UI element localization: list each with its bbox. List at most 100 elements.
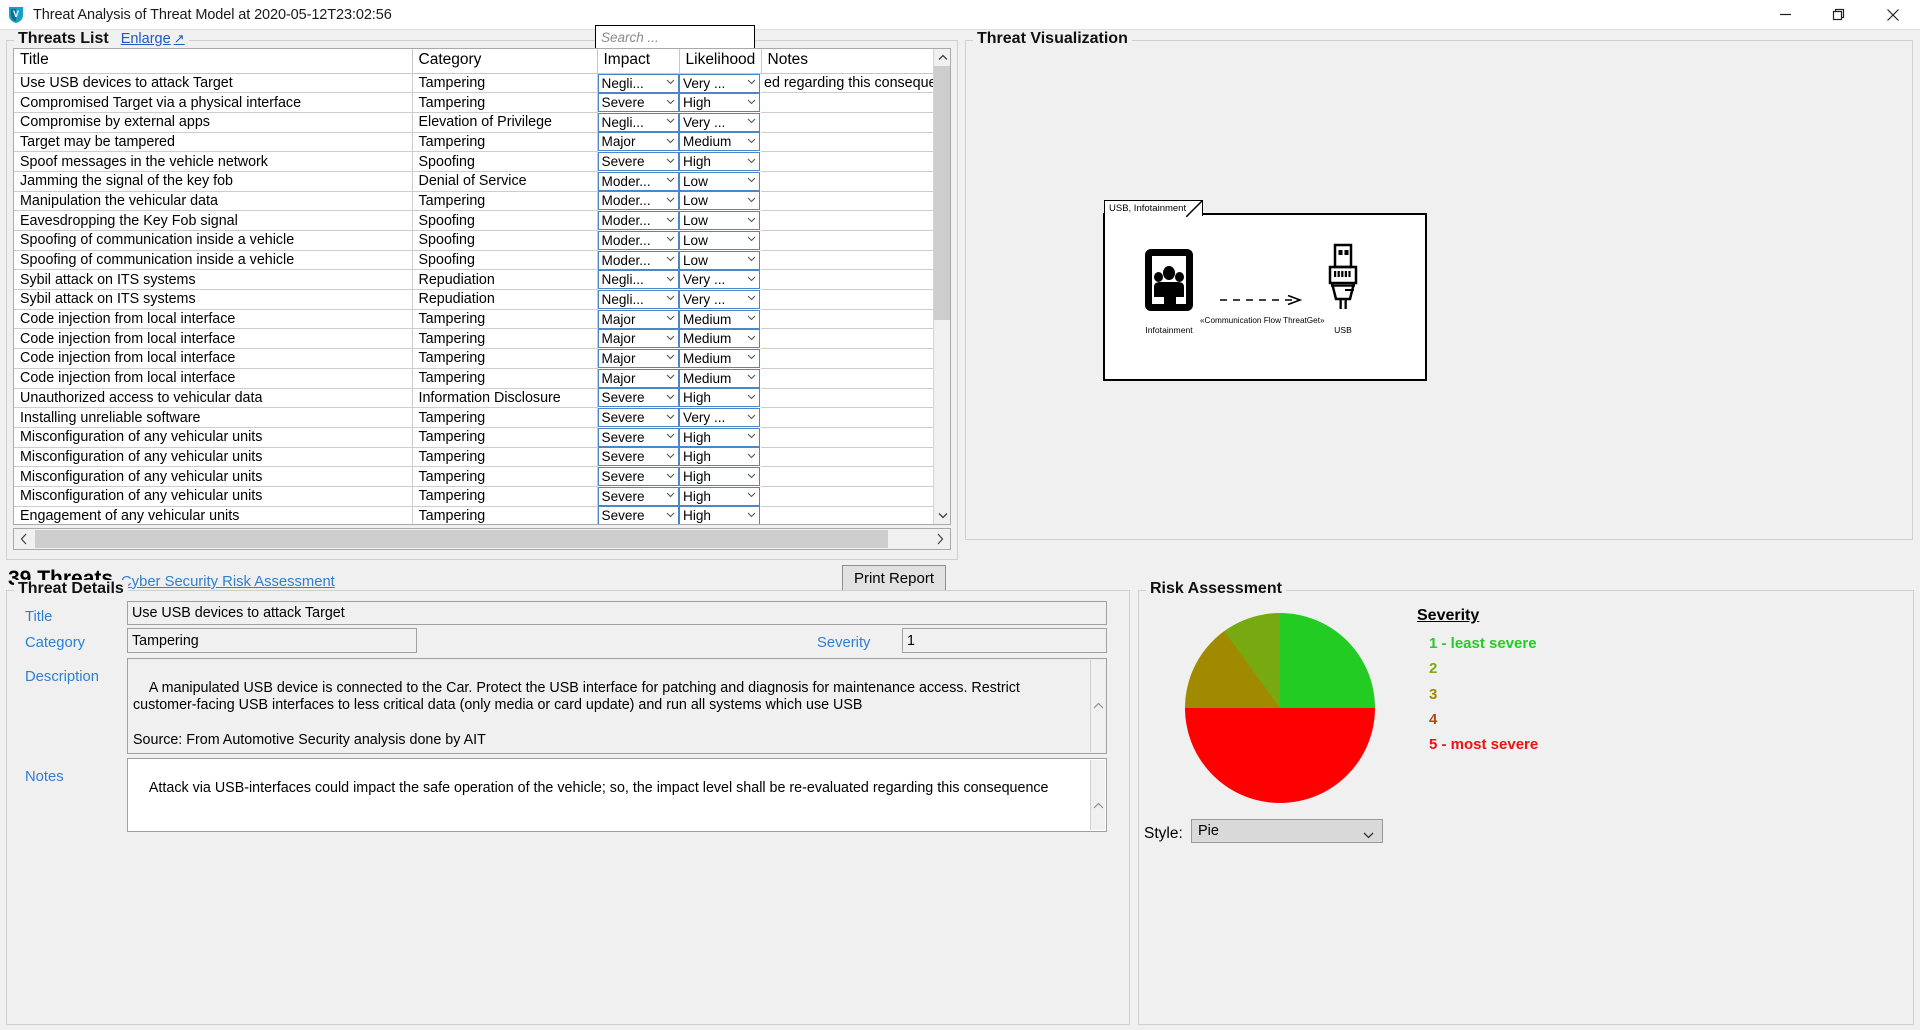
likelihood-select[interactable]: Medium [679,309,760,329]
scroll-up-icon[interactable] [934,49,950,66]
column-header-impact[interactable]: Impact [597,49,680,74]
table-vertical-scrollbar[interactable] [933,49,950,524]
table-row[interactable]: Misconfiguration of any vehicular units T… [14,447,950,468]
impact-select[interactable]: Severe [597,93,679,113]
impact-select[interactable]: Major [597,348,679,368]
scroll-left-icon[interactable] [14,529,34,549]
likelihood-select[interactable]: Low [679,250,760,270]
impact-select[interactable]: Moder... [597,191,679,211]
notes-field[interactable]: Attack via USB-interfaces could impact t… [127,758,1107,832]
impact-select[interactable]: Severe [597,506,679,524]
likelihood-select[interactable]: Low [679,191,760,211]
description-scrollbar[interactable] [1090,660,1105,752]
likelihood-select[interactable]: High [679,93,760,113]
table-row[interactable]: Spoof messages in the vehicle network Spo… [14,151,950,172]
impact-select[interactable]: Major [597,368,679,388]
table-row[interactable]: Code injection from local interface Tampe… [14,328,950,350]
likelihood-select[interactable]: Medium [679,329,760,349]
table-row[interactable]: Misconfiguration of any vehicular units T… [14,486,950,507]
scroll-down-icon[interactable] [934,507,950,524]
likelihood-select[interactable]: High [679,427,760,447]
table-row[interactable]: Use USB devices to attack Target Tamperin… [14,73,950,94]
cyber-security-risk-assessment-link[interactable]: Cyber Security Risk Assessment [121,574,335,590]
impact-select[interactable]: Moder... [597,171,679,191]
likelihood-select[interactable]: Medium [679,132,760,152]
table-row[interactable]: Sybil attack on ITS systems Repudiation Ne… [14,269,950,291]
likelihood-select[interactable]: Low [679,171,760,191]
column-header-notes[interactable]: Notes [761,49,950,74]
severity-field[interactable] [902,628,1107,653]
impact-select[interactable]: Negli... [597,289,679,309]
table-row[interactable]: Code injection from local interface Tampe… [14,309,950,330]
print-report-button[interactable]: Print Report [842,565,946,592]
table-row[interactable]: Target may be tampered Tampering Major Medi… [14,132,950,153]
likelihood-select[interactable]: Very ... [679,408,760,428]
notes-scroll-down-icon[interactable] [1093,816,1104,827]
impact-select[interactable]: Severe [597,152,679,172]
likelihood-select[interactable]: High [679,486,760,506]
minimize-button[interactable] [1758,0,1812,30]
table-row[interactable]: Spoofing of communication inside a vehic… [14,250,950,271]
likelihood-select[interactable]: Very ... [679,73,760,93]
likelihood-select[interactable]: Medium [679,368,760,388]
impact-select[interactable]: Negli... [597,270,679,290]
likelihood-select[interactable]: High [679,447,760,467]
table-row[interactable]: Sybil attack on ITS systems Repudiation Ne… [14,289,950,310]
column-header-title[interactable]: Title [14,49,413,74]
table-row[interactable]: Unauthorized access to vehicular data Inf… [14,388,950,409]
likelihood-select[interactable]: Low [679,211,760,231]
impact-select[interactable]: Moder... [597,211,679,231]
impact-select[interactable]: Severe [597,408,679,428]
likelihood-select[interactable]: Low [679,230,760,250]
enlarge-link[interactable]: Enlarge ↗ [121,31,185,47]
likelihood-select[interactable]: Very ... [679,112,760,132]
impact-select[interactable]: Severe [597,388,679,408]
restore-button[interactable] [1812,0,1866,30]
impact-select[interactable]: Severe [597,486,679,506]
impact-select[interactable]: Major [597,329,679,349]
impact-select[interactable]: Severe [597,447,679,467]
description-scroll-up-icon[interactable] [1093,663,1104,709]
impact-select[interactable]: Major [597,309,679,329]
likelihood-select[interactable]: Very ... [679,270,760,290]
likelihood-select[interactable]: High [679,152,760,172]
likelihood-select[interactable]: High [679,506,760,524]
chart-style-select[interactable]: Pie [1191,819,1383,843]
table-row[interactable]: Compromise by external apps Elevation of … [14,112,950,133]
notes-scroll-up-icon[interactable] [1093,763,1104,809]
table-row[interactable]: Eavesdropping the Key Fob signal Spoofing… [14,210,950,231]
table-row[interactable]: Misconfiguration of any vehicular units T… [14,427,950,448]
table-row[interactable]: Engagement of any vehicular units Tamperi… [14,506,950,524]
search-input[interactable] [595,25,755,50]
table-row[interactable]: Misconfiguration of any vehicular units T… [14,466,950,487]
column-header-likelihood[interactable]: Likelihood [679,49,762,74]
title-field[interactable] [127,601,1107,625]
column-header-category[interactable]: Category [412,49,598,74]
impact-select[interactable]: Moder... [597,230,679,250]
horizontal-scroll-thumb[interactable] [35,530,888,548]
description-field[interactable]: A manipulated USB device is connected to… [127,658,1107,754]
notes-scrollbar[interactable] [1090,760,1105,830]
vertical-scroll-thumb[interactable] [934,66,950,320]
impact-select[interactable]: Moder... [597,250,679,270]
impact-select[interactable]: Severe [597,467,679,487]
impact-select[interactable]: Severe [597,427,679,447]
threat-diagram[interactable]: USB, Infotainment Infotainment USB «Comm… [1103,200,1427,381]
table-horizontal-scrollbar[interactable] [13,528,951,550]
close-button[interactable] [1866,0,1920,30]
description-scroll-down-icon[interactable] [1093,738,1104,749]
table-row[interactable]: Compromised Target via a physical interf… [14,92,950,113]
table-row[interactable]: Jamming the signal of the key fob Denial … [14,171,950,192]
impact-select[interactable]: Major [597,132,679,152]
impact-select[interactable]: Negli... [597,73,679,93]
table-row[interactable]: Spoofing of communication inside a vehic… [14,230,950,251]
likelihood-select[interactable]: Very ... [679,289,760,309]
scroll-right-icon[interactable] [930,529,950,549]
table-row[interactable]: Manipulation the vehicular data Tampering… [14,191,950,212]
likelihood-select[interactable]: High [679,467,760,487]
likelihood-select[interactable]: Medium [679,348,760,368]
category-field[interactable] [127,628,417,653]
table-row[interactable]: Installing unreliable software Tampering S… [14,407,950,428]
table-row[interactable]: Code injection from local interface Tampe… [14,348,950,369]
likelihood-select[interactable]: High [679,388,760,408]
